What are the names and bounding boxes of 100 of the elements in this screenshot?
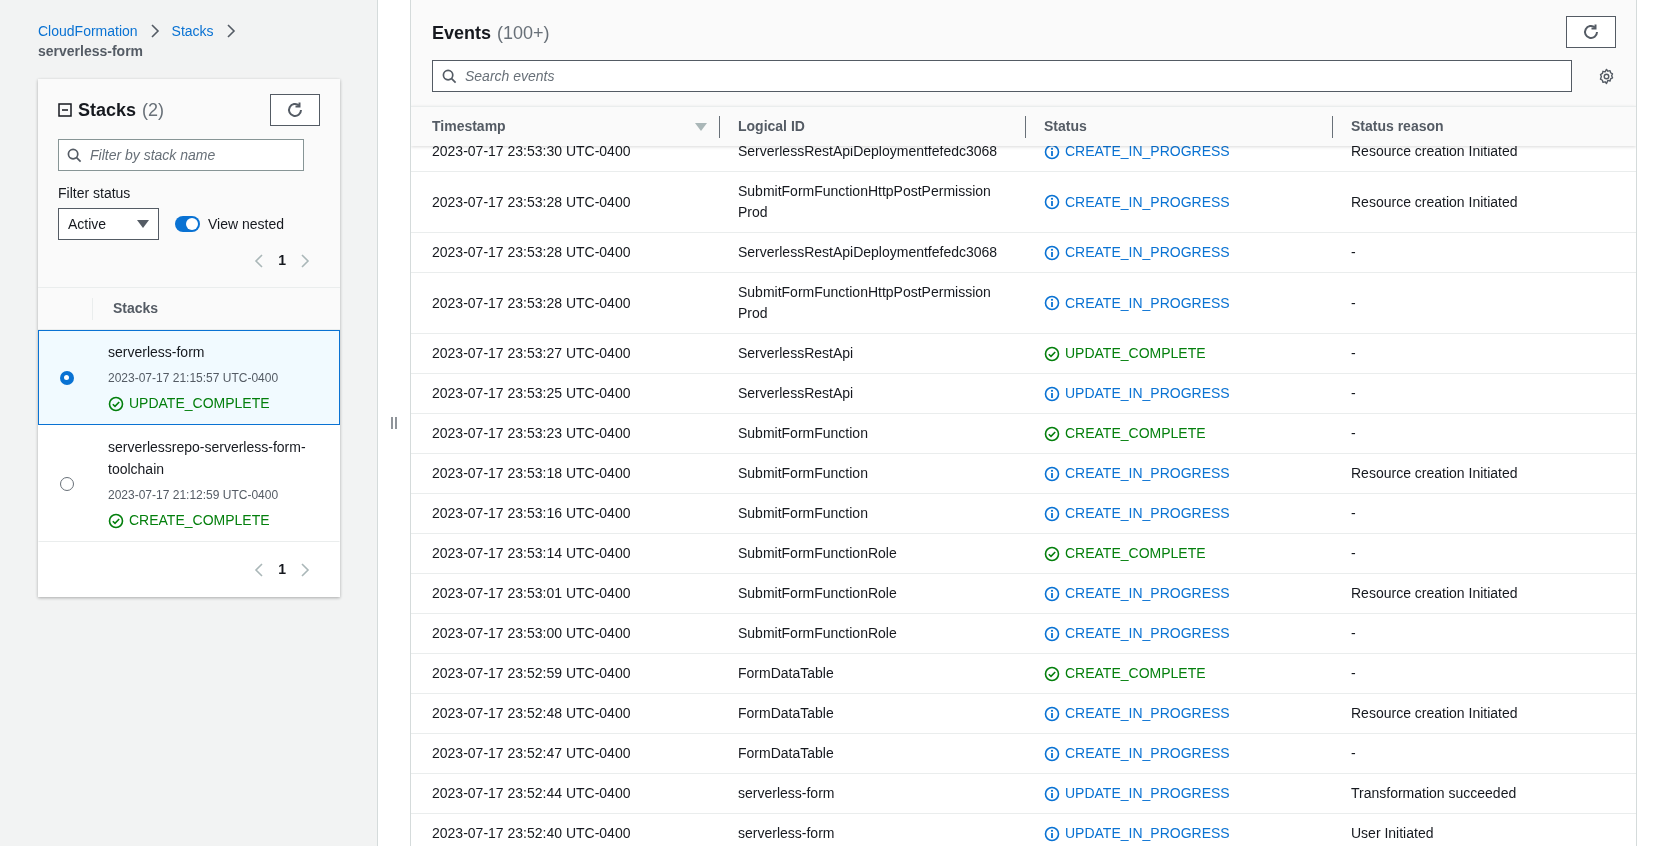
table-cell-text: 2023-07-17 23:52:48 UTC-0400 xyxy=(432,704,632,723)
column-header: Status reason xyxy=(1351,117,1444,136)
table-cell-text: 2023-07-17 23:53:28 UTC-0400 xyxy=(432,243,632,262)
table-cell-text: ServerlessRestApi xyxy=(738,344,855,363)
table-cell-text: FormDataTable xyxy=(738,744,835,763)
table-cell-text: SubmitFormFunctionHttpPostPermission Prod xyxy=(738,182,992,222)
table-cell-text: SubmitFormFunctionRole xyxy=(738,624,898,643)
table-cell-text: Resource creation Initiated xyxy=(1351,704,1519,723)
chevron-icon xyxy=(225,24,236,38)
table-cell-text: 2023-07-17 23:52:59 UTC-0400 xyxy=(432,664,632,683)
stack-row[interactable]: serverlessrepo-serverless-form-toolchain 2023-07-17 21:12:59 UTC-0400 CREATE_COMPLETE xyxy=(38,425,340,542)
page-number[interactable]: 1 xyxy=(278,250,286,271)
table-cell-text: 2023-07-17 23:53:27 UTC-0400 xyxy=(432,344,632,363)
table-cell-text: Resource creation Initiated xyxy=(1351,584,1519,603)
table-cell-text: SubmitFormFunctionHttpPostPermission Prod xyxy=(738,283,992,323)
status-text: CREATE_IN_PROGRESS xyxy=(1065,624,1230,643)
search-field[interactable]: Filter by stack name xyxy=(58,139,304,171)
status-text: CREATE_COMPLETE xyxy=(1065,664,1206,683)
stack-name: serverless-form xyxy=(108,343,206,362)
table-cell-text: - xyxy=(1351,624,1357,643)
table-cell-text: - xyxy=(1351,544,1357,563)
table-cell-text: SubmitFormFunctionRole xyxy=(738,584,898,603)
table-cell-text: User Initiated xyxy=(1351,824,1435,843)
status-text: CREATE_IN_PROGRESS xyxy=(1065,146,1230,161)
table-cell-text: - xyxy=(1351,293,1357,313)
table-cell-text: FormDataTable xyxy=(738,664,835,683)
refresh-button[interactable] xyxy=(1566,16,1616,48)
table-cell-text: 2023-07-17 23:53:23 UTC-0400 xyxy=(432,424,632,443)
view-nested-toggle[interactable] xyxy=(175,216,200,232)
table-cell-text: Transformation succeeded xyxy=(1351,784,1518,803)
table-cell-text: ServerlessRestApiDeploymentfefedc3068 xyxy=(738,146,999,161)
table-cell-text: ServerlessRestApiDeploymentfefedc3068 xyxy=(738,243,999,262)
radio-button[interactable] xyxy=(59,476,74,491)
status-text: CREATE_IN_PROGRESS xyxy=(1065,584,1230,603)
table-cell-text: SubmitFormFunction xyxy=(738,464,869,483)
status-text: UPDATE_IN_PROGRESS xyxy=(1065,384,1230,403)
refresh-icon xyxy=(286,101,304,119)
table-cell-text: 2023-07-17 23:53:14 UTC-0400 xyxy=(432,544,632,563)
breadcrumb-link[interactable]: Stacks xyxy=(171,21,214,41)
event-count: (100+) xyxy=(497,22,550,45)
table-cell-text: 2023-07-17 23:53:28 UTC-0400 xyxy=(432,293,632,313)
table-cell-text: - xyxy=(1351,243,1357,262)
table-cell-text: SubmitFormFunction xyxy=(738,504,869,523)
table-cell-text: 2023-07-17 23:53:25 UTC-0400 xyxy=(432,384,632,403)
column-header: Stacks xyxy=(113,299,159,318)
status-text: UPDATE_IN_PROGRESS xyxy=(1065,824,1230,843)
stack-count: (2) xyxy=(142,98,165,122)
status-text: CREATE_IN_PROGRESS xyxy=(1065,192,1230,212)
collapse-icon[interactable] xyxy=(58,103,72,117)
stack-timestamp: 2023-07-17 21:12:59 UTC-0400 xyxy=(108,487,280,504)
status-text: UPDATE_COMPLETE xyxy=(1065,344,1206,363)
status-text: CREATE_COMPLETE xyxy=(129,511,270,530)
table-cell-text: - xyxy=(1351,744,1357,763)
page-number[interactable]: 1 xyxy=(278,559,286,580)
search-icon xyxy=(442,69,457,84)
refresh-icon xyxy=(1582,23,1600,41)
table-cell-text: SubmitFormFunction xyxy=(738,424,869,443)
chevron-icon xyxy=(149,24,160,38)
table-cell-text: 2023-07-17 23:53:01 UTC-0400 xyxy=(432,584,632,603)
stack-timestamp: 2023-07-17 21:15:57 UTC-0400 xyxy=(108,370,280,387)
search-icon xyxy=(67,148,82,163)
search-field[interactable]: Search events xyxy=(432,60,1572,92)
table-cell-text: Resource creation Initiated xyxy=(1351,146,1519,161)
table-cell-text: - xyxy=(1351,504,1357,523)
status-text: CREATE_COMPLETE xyxy=(1065,544,1206,563)
column-header: Status xyxy=(1044,117,1087,136)
table-cell-text: FormDataTable xyxy=(738,704,835,723)
panel-title: Stacks xyxy=(78,98,137,122)
status-text: CREATE_IN_PROGRESS xyxy=(1065,704,1230,723)
table-cell-text: 2023-07-17 23:52:40 UTC-0400 xyxy=(432,824,632,843)
table-cell-text: - xyxy=(1351,344,1357,363)
table-cell-text: 2023-07-17 23:53:30 UTC-0400 xyxy=(432,146,632,161)
status-text: UPDATE_COMPLETE xyxy=(129,394,270,413)
table-cell-text: serverless-form xyxy=(738,824,836,843)
table-cell-text: SubmitFormFunctionRole xyxy=(738,544,898,563)
table-cell-text: serverless-form xyxy=(738,784,836,803)
stack-name: serverlessrepo-serverless-form-toolchain xyxy=(108,438,307,479)
radio-button[interactable] xyxy=(59,370,74,385)
caret-icon xyxy=(137,219,149,229)
refresh-button[interactable] xyxy=(270,94,320,126)
stack-row[interactable]: serverless-form 2023-07-17 21:15:57 UTC-0400 UPDATE_COMPLETE xyxy=(38,330,340,425)
status-text: CREATE_IN_PROGRESS xyxy=(1065,464,1230,483)
column-header: Logical ID xyxy=(738,117,805,136)
status-text: CREATE_IN_PROGRESS xyxy=(1065,744,1230,763)
breadcrumb-link[interactable]: CloudFormation xyxy=(38,21,138,41)
column-header[interactable]: Timestamp xyxy=(432,116,506,137)
table-cell-text: 2023-07-17 23:52:47 UTC-0400 xyxy=(432,744,632,763)
panel-title: Events xyxy=(432,22,492,45)
toggle-label: View nested xyxy=(208,214,284,234)
status-dropdown[interactable]: Active xyxy=(58,208,159,240)
status-text: CREATE_IN_PROGRESS xyxy=(1065,293,1230,313)
status-text: UPDATE_IN_PROGRESS xyxy=(1065,784,1230,803)
status-text: CREATE_IN_PROGRESS xyxy=(1065,243,1230,262)
table-cell-text: 2023-07-17 23:53:16 UTC-0400 xyxy=(432,504,632,523)
status-text: CREATE_COMPLETE xyxy=(1065,424,1206,443)
settings-icon[interactable] xyxy=(1598,67,1615,85)
table-cell-text: - xyxy=(1351,384,1357,403)
resize-handle-icon[interactable] xyxy=(391,417,397,429)
table-cell-text: - xyxy=(1351,424,1357,443)
table-cell-text: Resource creation Initiated xyxy=(1351,192,1519,212)
